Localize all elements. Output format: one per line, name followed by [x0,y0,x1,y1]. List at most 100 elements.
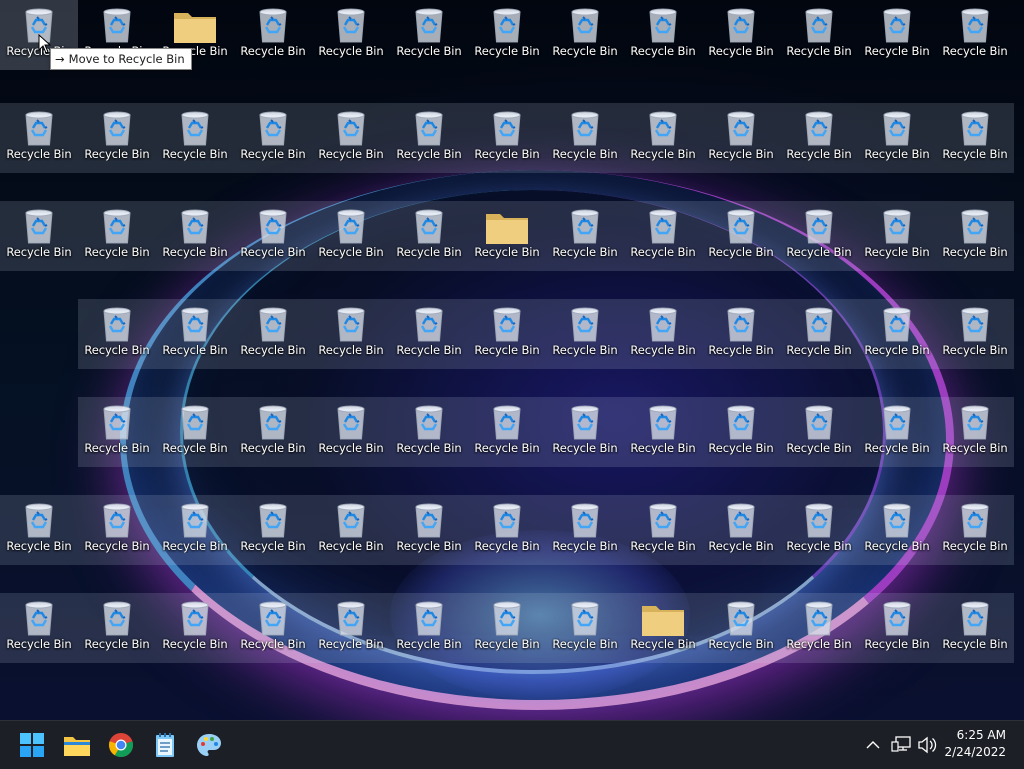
desktop-recycle-bin[interactable]: Recycle Bin [312,495,390,565]
desktop-recycle-bin[interactable]: Recycle Bin [546,397,624,467]
desktop-recycle-bin[interactable]: Recycle Bin [780,397,858,467]
desktop-recycle-bin[interactable]: Recycle Bin [312,299,390,369]
desktop-recycle-bin[interactable]: Recycle Bin [780,201,858,271]
tray-network[interactable] [890,733,912,757]
desktop-icon-label: Recycle Bin [396,539,462,553]
desktop-recycle-bin[interactable]: Recycle Bin [468,299,546,369]
desktop-recycle-bin[interactable]: Recycle Bin [234,103,312,173]
desktop-recycle-bin[interactable]: Recycle Bin [234,495,312,565]
desktop-recycle-bin[interactable]: Recycle Bin [624,299,702,369]
desktop-recycle-bin[interactable]: Recycle Bin [390,201,468,271]
desktop-recycle-bin[interactable]: Recycle Bin [78,397,156,467]
desktop-recycle-bin[interactable]: Recycle Bin [702,0,780,70]
tray-overflow-chevron[interactable] [862,733,884,757]
paint-button[interactable] [193,729,225,761]
desktop-recycle-bin[interactable]: Recycle Bin [390,495,468,565]
desktop-recycle-bin[interactable]: Recycle Bin [858,201,936,271]
notepad-button[interactable] [149,729,181,761]
desktop-folder[interactable]: Recycle Bin [468,201,546,271]
paint-icon [197,734,221,756]
desktop-recycle-bin[interactable]: Recycle Bin [624,103,702,173]
desktop-recycle-bin[interactable]: Recycle Bin [0,201,78,271]
desktop-recycle-bin[interactable]: Recycle Bin [78,103,156,173]
desktop-recycle-bin[interactable]: Recycle Bin [468,495,546,565]
desktop-recycle-bin[interactable]: Recycle Bin [624,201,702,271]
desktop-recycle-bin[interactable]: Recycle Bin [468,0,546,70]
desktop-recycle-bin[interactable]: Recycle Bin [312,0,390,70]
desktop-folder[interactable]: Recycle Bin [624,593,702,663]
desktop-recycle-bin[interactable]: Recycle Bin [936,0,1014,70]
recycle-bin-icon [723,305,759,343]
desktop-recycle-bin[interactable]: Recycle Bin [312,103,390,173]
desktop-recycle-bin[interactable]: Recycle Bin [546,103,624,173]
desktop-recycle-bin[interactable]: Recycle Bin [858,495,936,565]
desktop-recycle-bin[interactable]: Recycle Bin [936,397,1014,467]
desktop-recycle-bin[interactable]: Recycle Bin [858,299,936,369]
desktop-icon-label: Recycle Bin [786,147,852,161]
desktop-recycle-bin[interactable]: Recycle Bin [546,201,624,271]
desktop-recycle-bin[interactable]: Recycle Bin [546,593,624,663]
desktop-recycle-bin[interactable]: Recycle Bin [936,593,1014,663]
desktop-recycle-bin[interactable]: Recycle Bin [312,201,390,271]
desktop-recycle-bin[interactable]: Recycle Bin [390,299,468,369]
desktop-recycle-bin[interactable]: Recycle Bin [312,397,390,467]
desktop-recycle-bin[interactable]: Recycle Bin [936,201,1014,271]
desktop-recycle-bin[interactable]: Recycle Bin [546,299,624,369]
desktop-recycle-bin[interactable]: Recycle Bin [624,495,702,565]
desktop-recycle-bin[interactable]: Recycle Bin [624,397,702,467]
file-explorer-button[interactable] [61,729,93,761]
desktop-recycle-bin[interactable]: Recycle Bin [702,201,780,271]
desktop-recycle-bin[interactable]: Recycle Bin [780,103,858,173]
desktop-recycle-bin[interactable]: Recycle Bin [390,397,468,467]
desktop-recycle-bin[interactable]: Recycle Bin [156,201,234,271]
desktop-recycle-bin[interactable]: Recycle Bin [702,103,780,173]
desktop-recycle-bin[interactable]: Recycle Bin [78,495,156,565]
desktop-recycle-bin[interactable]: Recycle Bin [702,397,780,467]
desktop-recycle-bin[interactable]: Recycle Bin [780,0,858,70]
desktop-recycle-bin[interactable]: Recycle Bin [702,495,780,565]
desktop-recycle-bin[interactable]: Recycle Bin [0,103,78,173]
desktop-recycle-bin[interactable]: Recycle Bin [858,0,936,70]
desktop-icon-label: Recycle Bin [162,147,228,161]
desktop-recycle-bin[interactable]: Recycle Bin [780,299,858,369]
desktop-recycle-bin[interactable]: Recycle Bin [156,397,234,467]
desktop-recycle-bin[interactable]: Recycle Bin [234,593,312,663]
desktop-recycle-bin[interactable]: Recycle Bin [546,495,624,565]
desktop-recycle-bin[interactable]: Recycle Bin [780,593,858,663]
desktop-recycle-bin[interactable]: Recycle Bin [156,299,234,369]
taskbar: 6:25 AM 2/24/2022 [0,720,1024,769]
desktop-recycle-bin[interactable]: Recycle Bin [936,495,1014,565]
start-button[interactable] [16,729,48,761]
desktop-recycle-bin[interactable]: Recycle Bin [78,201,156,271]
desktop-recycle-bin[interactable]: Recycle Bin [858,103,936,173]
desktop-recycle-bin[interactable]: Recycle Bin [390,0,468,70]
desktop-recycle-bin[interactable]: Recycle Bin [156,103,234,173]
desktop-recycle-bin[interactable]: Recycle Bin [0,495,78,565]
desktop-recycle-bin[interactable]: Recycle Bin [702,593,780,663]
desktop-recycle-bin[interactable]: Recycle Bin [234,397,312,467]
chrome-button[interactable] [105,729,137,761]
desktop-recycle-bin[interactable]: Recycle Bin [156,495,234,565]
desktop-recycle-bin[interactable]: Recycle Bin [234,0,312,70]
desktop-recycle-bin[interactable]: Recycle Bin [390,593,468,663]
desktop-recycle-bin[interactable]: Recycle Bin [858,593,936,663]
desktop-recycle-bin[interactable]: Recycle Bin [936,299,1014,369]
desktop-recycle-bin[interactable]: Recycle Bin [234,299,312,369]
desktop-recycle-bin[interactable]: Recycle Bin [78,593,156,663]
desktop-recycle-bin[interactable]: Recycle Bin [390,103,468,173]
desktop-recycle-bin[interactable]: Recycle Bin [468,593,546,663]
desktop-recycle-bin[interactable]: Recycle Bin [468,397,546,467]
desktop-recycle-bin[interactable]: Recycle Bin [312,593,390,663]
desktop-recycle-bin[interactable]: Recycle Bin [0,593,78,663]
desktop-recycle-bin[interactable]: Recycle Bin [702,299,780,369]
taskbar-clock[interactable]: 6:25 AM 2/24/2022 [934,727,1006,761]
desktop-recycle-bin[interactable]: Recycle Bin [936,103,1014,173]
desktop-recycle-bin[interactable]: Recycle Bin [468,103,546,173]
desktop-recycle-bin[interactable]: Recycle Bin [858,397,936,467]
desktop-recycle-bin[interactable]: Recycle Bin [156,593,234,663]
desktop-recycle-bin[interactable]: Recycle Bin [78,299,156,369]
desktop-recycle-bin[interactable]: Recycle Bin [234,201,312,271]
desktop-recycle-bin[interactable]: Recycle Bin [780,495,858,565]
desktop-recycle-bin[interactable]: Recycle Bin [546,0,624,70]
desktop-recycle-bin[interactable]: Recycle Bin [624,0,702,70]
